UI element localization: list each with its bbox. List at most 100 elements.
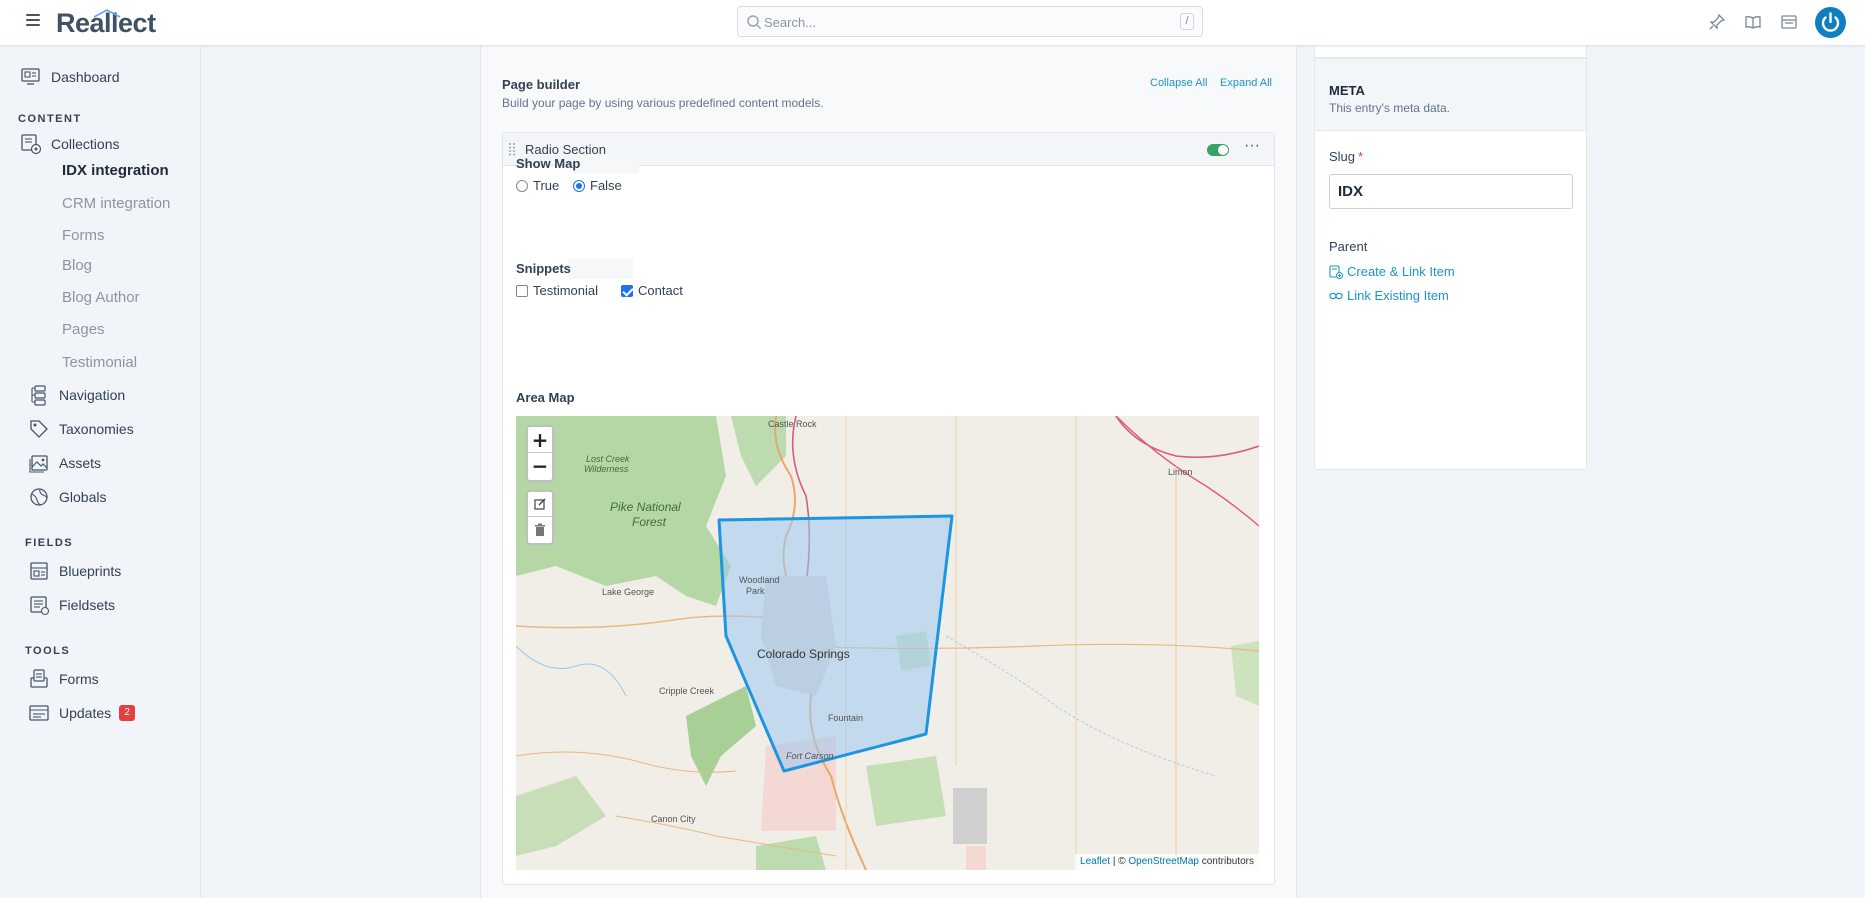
meta-panel: META This entry's meta data. Slug* Paren… [1314,58,1587,470]
checkbox-testimonial[interactable] [516,284,528,297]
create-link-label: Create & Link Item [1347,264,1455,279]
updates-icon [29,705,49,721]
map-label-forest: Forest [632,515,667,529]
sidebar-item-label: Dashboard [51,69,120,85]
meta-subtitle: This entry's meta data. [1329,101,1451,115]
sidebar-item-label: Forms [59,671,99,687]
collapse-all-button[interactable]: Collapse All [1150,77,1207,89]
required-marker: * [1358,149,1364,164]
collections-icon [21,134,42,155]
edit-layers-button[interactable] [528,492,552,517]
section-enabled-toggle[interactable] [1207,144,1229,156]
map-label-lost-creek: Lost Creek [586,454,630,464]
leaflet-link[interactable]: Leaflet [1080,856,1110,867]
snippets-option-contact[interactable]: Contact [621,283,683,298]
drag-handle-icon[interactable] [508,142,516,157]
dashboard-icon [21,68,40,85]
book-icon[interactable] [1744,13,1762,31]
more-options-icon[interactable]: ··· [1243,138,1261,157]
sidebar-item-dashboard[interactable]: Dashboard [20,64,120,90]
global-search[interactable]: / [737,6,1203,37]
map-label-wilderness: Wilderness [584,464,629,474]
delete-layers-button[interactable] [528,517,552,542]
tools-heading: TOOLS [25,645,71,657]
sidebar-item-collections[interactable]: Collections [20,131,119,157]
area-map[interactable]: Castle Rock Lost Creek Wilderness Pike N… [516,416,1259,870]
map-label-fountain: Fountain [828,713,864,723]
link-existing-item-button[interactable]: Link Existing Item [1329,288,1449,303]
collection-item-testimonial[interactable]: Testimonial [62,354,137,371]
map-label-fort-carson: Fort Carson [786,751,834,761]
zoom-in-button[interactable]: + [528,427,552,453]
sidebar-item-blueprints[interactable]: Blueprints [28,558,121,584]
trash-icon [535,523,545,536]
show-map-option-false[interactable]: False [573,178,622,193]
show-map-option-true[interactable]: True [516,178,559,193]
power-icon [1821,12,1840,32]
create-link-item-button[interactable]: Create & Link Item [1329,264,1455,279]
label-highlight [568,259,633,279]
globe-icon [30,488,48,506]
zoom-control: + − [526,425,554,482]
option-label: Testimonial [533,283,599,298]
link-existing-label: Link Existing Item [1347,288,1449,303]
content-heading: CONTENT [18,113,82,125]
parent-label: Parent [1329,239,1368,254]
sidebar-item-label: Blueprints [59,563,122,579]
map-label-canon-city: Canon City [651,814,696,824]
collection-item-pages[interactable]: Pages [62,321,105,338]
edit-icon [534,498,546,510]
map-label-limon: Limon [1168,467,1193,477]
link-icon [1329,292,1343,299]
menu-toggle-icon[interactable] [26,14,40,28]
map-attribution: Leaflet | © OpenStreetMap contributors [1075,854,1259,870]
sidebar-item-fieldsets[interactable]: Fieldsets [28,592,115,618]
user-avatar[interactable] [1815,7,1846,38]
show-map-label: Show Map [516,156,581,171]
sidebar-item-label: Globals [59,489,107,505]
navigation-icon [31,385,46,406]
slug-label-text: Slug [1329,149,1356,164]
radio-true[interactable] [516,179,528,192]
sidebar-item-assets[interactable]: Assets [28,450,101,476]
pin-icon[interactable] [1708,13,1726,31]
view-site-icon[interactable] [1780,13,1798,31]
app-logo[interactable]: Reallect [56,8,156,39]
label-highlight [573,154,639,174]
create-entry-icon [1329,264,1343,279]
option-label: Contact [638,283,683,298]
sidebar-item-navigation[interactable]: Navigation [28,382,125,408]
collection-item-forms[interactable]: Forms [62,227,105,244]
map-label-woodland: Woodland [739,575,780,585]
search-shortcut-hint: / [1180,13,1194,30]
updates-count-badge: 2 [119,705,136,721]
top-header: Reallect / [0,0,1865,46]
collection-item-crm-integration[interactable]: CRM integration [62,195,170,212]
map-label-lake-george: Lake George [602,587,655,597]
sidebar-item-updates[interactable]: Updates 2 [28,700,136,726]
collection-item-blog-author[interactable]: Blog Author [62,289,140,306]
search-input[interactable] [764,12,1164,32]
map-label-cripple-creek: Cripple Creek [659,686,715,696]
openstreetmap-link[interactable]: OpenStreetMap [1128,856,1199,867]
option-label: True [533,178,560,193]
checkbox-contact[interactable] [621,284,633,297]
expand-all-button[interactable]: Expand All [1220,77,1272,89]
search-icon [747,15,762,30]
collection-item-blog[interactable]: Blog [62,257,92,274]
radio-false[interactable] [573,179,585,192]
meta-title: META [1329,83,1365,98]
sidebar-item-label: Assets [59,455,102,471]
zoom-out-button[interactable]: − [528,453,552,479]
fieldsets-icon [30,596,50,616]
draw-toolbar [526,490,554,545]
attribution-separator: | © [1110,856,1129,867]
slug-input[interactable] [1329,174,1573,209]
sidebar-item-globals[interactable]: Globals [28,484,106,510]
logo-roof-icon [93,9,121,18]
sidebar-item-taxonomies[interactable]: Taxonomies [28,416,134,442]
sidebar-item-tools-forms[interactable]: Forms [28,666,99,692]
snippets-option-testimonial[interactable]: Testimonial [516,283,598,298]
sidebar-item-label: Navigation [59,387,126,403]
collection-item-idx-integration[interactable]: IDX integration [62,162,169,179]
